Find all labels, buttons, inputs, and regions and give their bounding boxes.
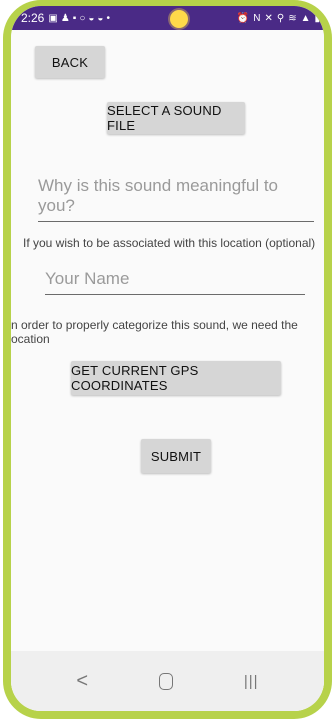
meaning-placeholder: Why is this sound meaningful to you? [38,176,279,215]
navigation-bar: < ||| [11,651,324,711]
name-placeholder: Your Name [45,269,130,288]
circle-icon: ○ [79,12,86,24]
gallery-icon: ▣ [48,12,58,24]
mute-icon: ✕ [264,12,273,24]
camera-cutout [170,10,188,28]
get-gps-button[interactable]: GET CURRENT GPS COORDINATES [71,361,281,395]
phone-frame: 2:26 ▣ ♟ ▪ ○ ◒ ◒ • ⏰ N ✕ ⚲ ≋ ▲ ▮ BACK SE… [3,0,332,719]
battery-icon: ▮ [314,12,320,24]
dot-icon: • [106,12,110,24]
notification-icons: ▣ ♟ ▪ ○ ◒ ◒ • [48,13,110,24]
signal-icon: ▲ [300,12,311,24]
meaning-input[interactable]: Why is this sound meaningful to you? [38,176,314,222]
location-hint: n order to properly categorize this soun… [11,318,298,346]
back-nav-icon[interactable]: < [76,670,88,693]
status-bar: 2:26 ▣ ♟ ▪ ○ ◒ ◒ • ⏰ N ✕ ⚲ ≋ ▲ ▮ [11,6,324,30]
app-icon-2: ◒ [97,12,104,24]
snapchat-icon: ♟ [60,12,70,24]
alarm-icon: ⏰ [236,12,250,24]
recents-icon[interactable]: ||| [244,673,259,690]
nfc-icon: N [253,12,261,24]
name-input[interactable]: Your Name [45,269,305,295]
app-icon: ◒ [88,12,95,24]
select-sound-file-button[interactable]: SELECT A SOUND FILE [107,102,245,134]
location-icon: ⚲ [276,12,285,24]
status-time: 2:26 [21,11,45,25]
message-icon: ▪ [72,12,77,24]
wifi-icon: ≋ [288,12,297,24]
system-icons: ⏰ N ✕ ⚲ ≋ ▲ ▮ [237,13,320,24]
home-icon[interactable] [158,672,173,690]
app-screen: 2:26 ▣ ♟ ▪ ○ ◒ ◒ • ⏰ N ✕ ⚲ ≋ ▲ ▮ BACK SE… [11,6,324,711]
association-hint: If you wish to be associated with this l… [23,236,316,250]
submit-button[interactable]: SUBMIT [141,439,211,473]
back-button[interactable]: BACK [35,46,105,78]
